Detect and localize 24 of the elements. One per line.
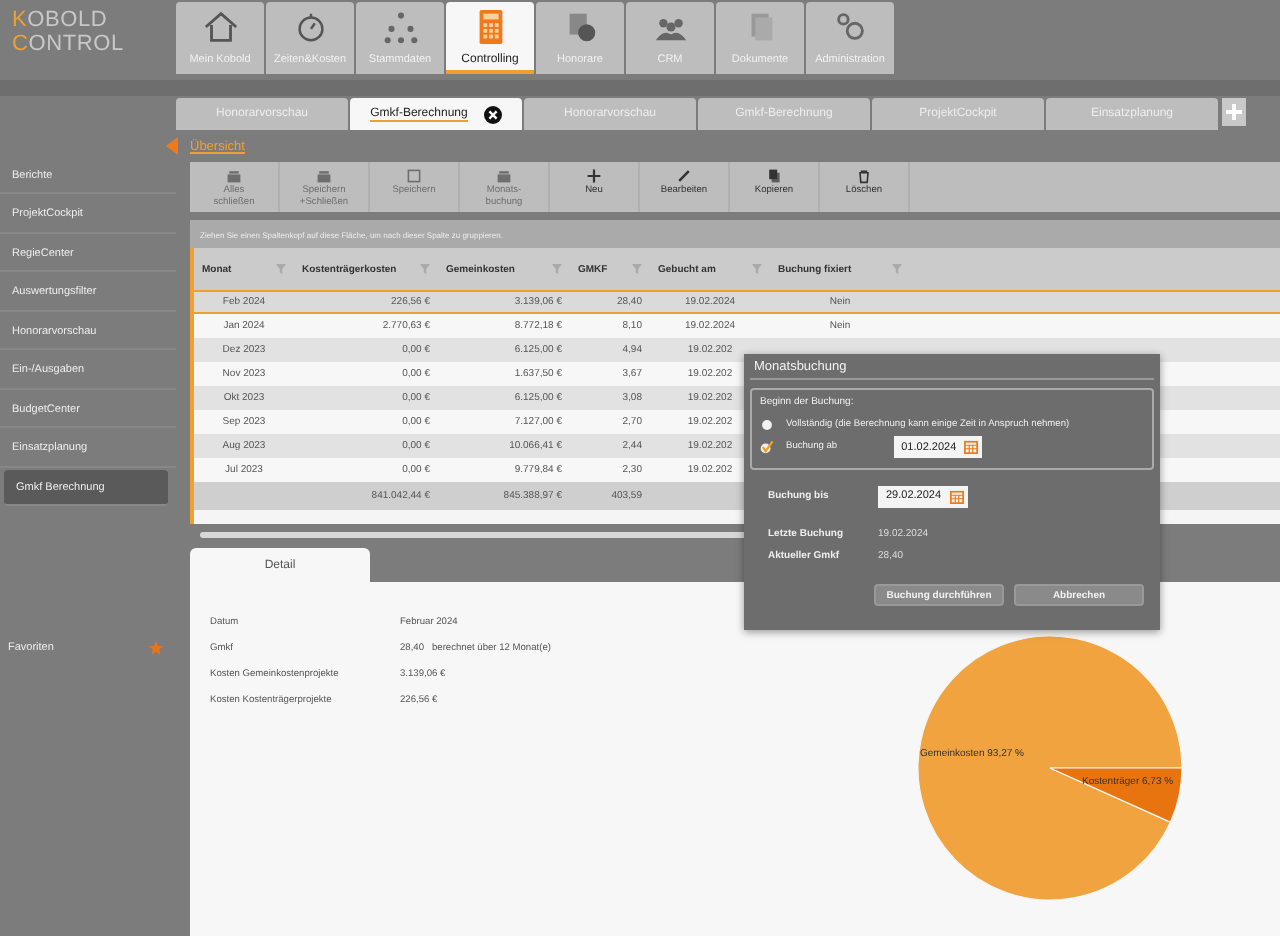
logo-text: KOBOLD [12,8,110,32]
filter-icon[interactable] [752,264,762,274]
collapse-icon[interactable] [166,136,178,156]
filter-icon[interactable] [552,264,562,274]
filter-icon[interactable] [632,264,642,274]
calendar-icon[interactable] [949,489,964,503]
stack-icon [496,168,512,184]
filter-icon[interactable] [420,264,430,274]
calendar-icon[interactable] [964,440,979,454]
plus-icon [586,168,602,184]
trash-icon [856,168,872,184]
filter-icon[interactable] [892,264,902,274]
stack-icon [226,168,242,184]
radio-button[interactable] [760,418,774,432]
close-icon[interactable] [483,105,502,123]
add-tab-icon[interactable] [1222,98,1246,126]
stack-icon [316,168,332,184]
check-icon[interactable] [760,440,774,454]
logo-text: CONTROL [12,32,126,56]
copy-icon [766,168,782,184]
star-icon[interactable] [148,640,164,656]
filter-icon[interactable] [276,264,286,274]
house-icon [201,8,239,46]
pencil-icon [676,168,692,184]
